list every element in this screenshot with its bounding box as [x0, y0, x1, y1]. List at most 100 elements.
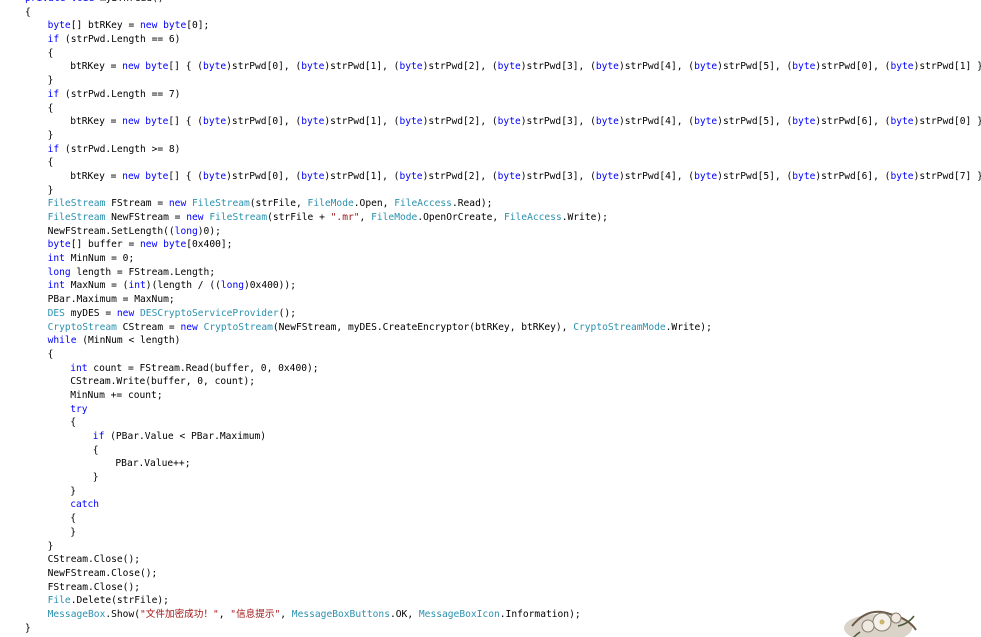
code-line: {	[25, 47, 981, 61]
code-token: PBar.Maximum = MaxNum;	[47, 294, 175, 306]
keyword-token: long	[47, 266, 71, 278]
code-token: [] { (	[168, 116, 204, 128]
code-token: btRKey =	[70, 116, 123, 128]
string-token: ".mr"	[330, 212, 360, 223]
keyword-token: byte	[595, 61, 619, 73]
code-token: )strPwd[6], (	[815, 116, 891, 128]
type-token: DES	[47, 307, 65, 319]
code-token: )0);	[197, 225, 221, 237]
code-token: btRKey =	[70, 61, 123, 73]
code-token: }	[25, 622, 31, 634]
code-line: {	[25, 102, 981, 116]
keyword-token: new	[116, 307, 135, 319]
code-token: {	[70, 513, 76, 525]
code-token: [] { (	[168, 170, 204, 182]
code-token: )strPwd[0], (	[226, 170, 302, 182]
code-token: )strPwd[4], (	[618, 170, 695, 182]
code-line: {	[25, 416, 981, 430]
code-editor[interactable]: private void myBThread(){byte[] btRKey =…	[0, 0, 981, 637]
keyword-token: long	[174, 225, 198, 237]
code-token: (strFile,	[249, 198, 308, 210]
code-token: )strPwd[2], (	[422, 61, 498, 73]
code-token: )strPwd[5], (	[717, 116, 793, 128]
code-line: btRKey = new byte[] { (byte)strPwd[0], (…	[25, 115, 981, 129]
type-token: CryptoStreamMode	[573, 321, 666, 333]
code-line: long length = FStream.Length;	[25, 266, 981, 280]
code-token: CStream.Close();	[47, 554, 141, 566]
keyword-token: void	[71, 0, 94, 4]
keyword-token: byte	[145, 61, 169, 73]
code-token: {	[47, 157, 54, 169]
keyword-token: byte	[145, 116, 169, 128]
keyword-token: new	[180, 321, 198, 333]
keyword-token: new	[122, 170, 140, 182]
keyword-token: byte	[890, 61, 914, 73]
code-token: .Write);	[561, 212, 608, 223]
code-token: }	[92, 472, 99, 484]
code-token: btRKey =	[70, 170, 123, 182]
code-text-area[interactable]: private void myBThread(){byte[] btRKey =…	[25, 0, 981, 635]
keyword-token: byte	[792, 61, 816, 73]
code-line: {	[25, 512, 981, 526]
keyword-token: byte	[145, 170, 169, 182]
keyword-token: byte	[47, 20, 71, 32]
code-token: ,	[359, 212, 372, 223]
keyword-token: int	[47, 253, 65, 265]
code-token: NewFStream =	[105, 212, 187, 223]
code-line: if (PBar.Value < PBar.Maximum)	[25, 430, 981, 444]
keyword-token: if	[92, 431, 105, 442]
code-token: .Information);	[499, 608, 581, 620]
code-line: CryptoStream CStream = new CryptoStream(…	[25, 321, 981, 335]
code-token: )strPwd[1], (	[324, 116, 400, 128]
string-token: "文件加密成功！"	[140, 608, 219, 620]
code-line: }	[25, 184, 981, 198]
code-token: length = FStream.Length;	[70, 266, 216, 278]
keyword-token: while	[47, 335, 77, 347]
code-line: FileStream FStream = new FileStream(strF…	[25, 197, 981, 211]
keyword-token: byte	[163, 239, 187, 251]
type-token: FileAccess	[394, 198, 452, 210]
keyword-token: byte	[497, 116, 521, 128]
code-token: {	[70, 417, 76, 429]
keyword-token: new	[140, 20, 158, 32]
code-token: (strPwd.Length >= 8)	[59, 143, 181, 155]
code-token: .OK,	[390, 608, 419, 620]
code-token: }	[70, 485, 76, 497]
keyword-token: byte	[595, 116, 619, 128]
code-line: int MinNum = 0;	[25, 252, 981, 266]
code-token: (NewFStream, myDES.CreateEncryptor(btRKe…	[272, 321, 574, 333]
code-line: MinNum += count;	[25, 389, 981, 403]
keyword-token: new	[122, 61, 140, 73]
code-token: )strPwd[3], (	[520, 170, 596, 182]
code-line: btRKey = new byte[] { (byte)strPwd[0], (…	[25, 170, 981, 184]
code-token: ,	[218, 608, 231, 620]
code-token: .Show(	[105, 608, 141, 620]
type-token: MessageBox	[47, 608, 106, 620]
code-line: FileStream NewFStream = new FileStream(s…	[25, 211, 981, 225]
keyword-token: new	[186, 212, 204, 223]
type-token: FileStream	[209, 212, 268, 223]
code-token: ();	[278, 307, 296, 319]
code-line: while (MinNum < length)	[25, 334, 981, 348]
code-line: {	[25, 156, 981, 170]
code-token: )(length / ((	[145, 280, 221, 292]
code-token: FStream.Close();	[47, 581, 141, 593]
keyword-token: byte	[301, 61, 325, 73]
code-line: }	[25, 540, 981, 554]
type-token: FileAccess	[503, 212, 562, 223]
code-line: }	[25, 485, 981, 499]
code-line: }	[25, 74, 981, 88]
keyword-token: if	[47, 34, 60, 46]
keyword-token: try	[70, 403, 88, 415]
code-token: {	[25, 6, 31, 18]
type-token: MessageBoxIcon	[418, 608, 500, 620]
type-token: CryptoStream	[47, 321, 117, 333]
code-token: )strPwd[0], (	[815, 61, 891, 73]
keyword-token: catch	[70, 499, 100, 511]
code-line: if (strPwd.Length == 7)	[25, 88, 981, 102]
code-token: )strPwd[1], (	[324, 170, 400, 182]
code-line: {	[25, 6, 981, 20]
type-token: File	[47, 595, 71, 607]
keyword-token: byte	[497, 61, 521, 73]
code-token: {	[47, 348, 54, 360]
